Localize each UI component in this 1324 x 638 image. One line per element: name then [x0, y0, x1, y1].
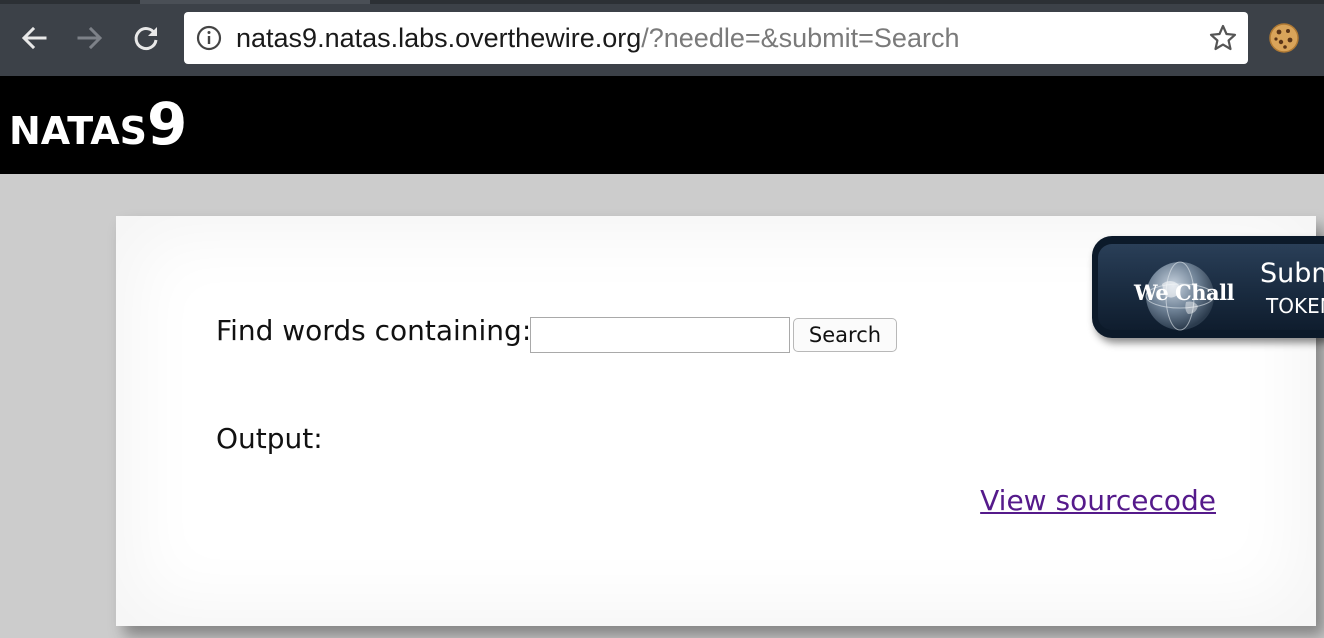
page-header: NATAS9 — [0, 76, 1324, 174]
wechall-submit-token-badge[interactable]: We Chall Submit TOKEN — [1092, 236, 1324, 338]
tab-strip — [0, 0, 1324, 4]
browser-toolbar: natas9.natas.labs.overthewire.org/?needl… — [0, 0, 1324, 76]
arrow-left-icon — [21, 26, 47, 50]
title-name: NATAS — [9, 109, 148, 153]
output-label: Output: — [216, 422, 323, 455]
wechall-badge-body: We Chall Submit TOKEN — [1098, 244, 1324, 331]
url-host: natas9.natas.labs.overthewire.org — [236, 23, 642, 53]
forward-button[interactable] — [72, 20, 108, 56]
info-icon[interactable] — [196, 25, 222, 51]
search-label: Find words containing: — [216, 314, 532, 347]
url-text[interactable]: natas9.natas.labs.overthewire.org/?needl… — [236, 12, 959, 64]
address-bar[interactable]: natas9.natas.labs.overthewire.org/?needl… — [184, 12, 1248, 64]
back-button[interactable] — [16, 20, 52, 56]
active-tab[interactable] — [140, 0, 370, 4]
title-level: 9 — [147, 90, 188, 158]
reload-icon — [134, 27, 158, 50]
reload-button[interactable] — [128, 20, 164, 56]
cookie-icon[interactable] — [1268, 22, 1300, 54]
url-query: /?needle=&submit=Search — [641, 23, 960, 53]
wechall-submit-text: Submit — [1260, 258, 1324, 289]
search-button[interactable]: Search — [793, 318, 897, 352]
view-sourcecode-link[interactable]: View sourcecode — [980, 484, 1216, 517]
star-icon[interactable] — [1208, 23, 1238, 53]
page-title: NATAS9 — [9, 90, 187, 158]
wechall-token-text: TOKEN — [1266, 294, 1324, 318]
needle-input[interactable] — [530, 317, 790, 353]
wechall-logo-text: We Chall — [1134, 280, 1235, 305]
arrow-right-icon — [77, 26, 103, 50]
